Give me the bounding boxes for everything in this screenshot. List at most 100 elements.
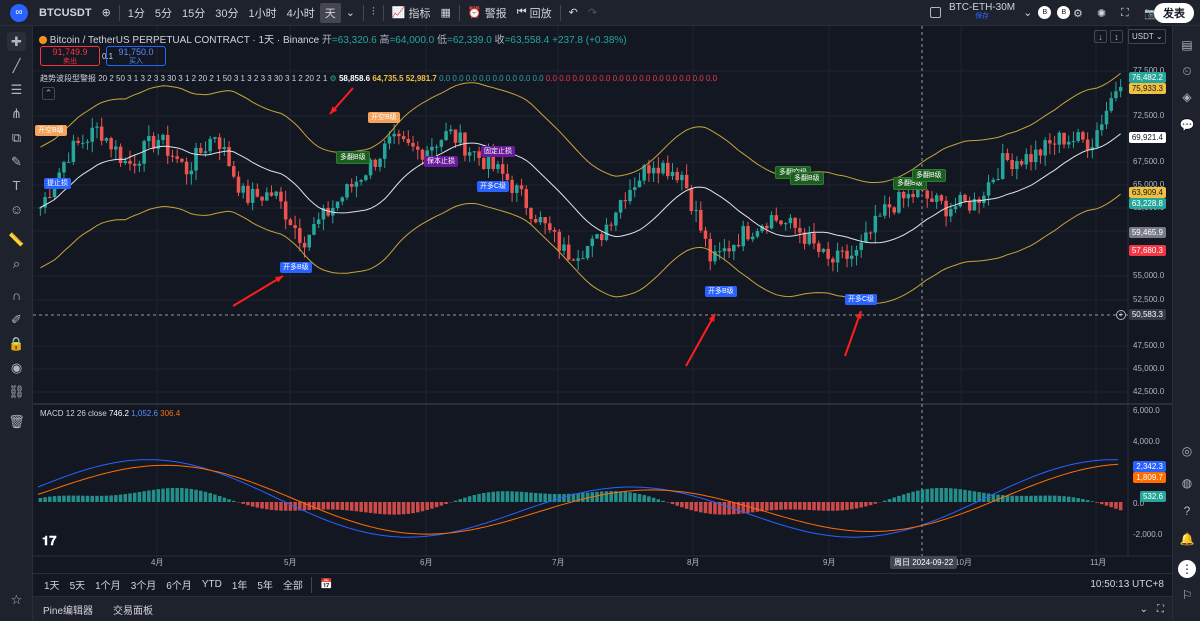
candle-body xyxy=(147,135,151,142)
range-all[interactable]: 全部 xyxy=(278,577,308,592)
interval-1d[interactable]: 天 xyxy=(319,2,341,23)
signal-label-11[interactable]: 多翻B级 xyxy=(790,172,824,185)
candle-body xyxy=(788,217,793,224)
macd-histogram-bar xyxy=(939,487,944,502)
help-icon[interactable]: ? xyxy=(1178,502,1196,520)
signal-label-7[interactable]: 固定止损 xyxy=(481,146,515,157)
buy-button[interactable]: 91,750.0 买入 xyxy=(106,46,166,66)
collapse-panel-icon[interactable]: ⌄ xyxy=(1140,604,1148,615)
text-icon[interactable]: T xyxy=(7,176,26,195)
interval-30m[interactable]: 30分 xyxy=(210,3,243,23)
brush-icon[interactable]: ✎ xyxy=(7,152,26,171)
interval-4h[interactable]: 4小时 xyxy=(282,3,320,23)
zoom-icon[interactable]: ⌕ xyxy=(7,254,26,273)
crosshair-icon[interactable]: ✚ xyxy=(7,32,26,51)
range-6m[interactable]: 6个月 xyxy=(161,577,197,592)
signal-label-2[interactable]: 提止损 xyxy=(44,178,71,189)
range-5y[interactable]: 5年 xyxy=(252,577,278,592)
signal-label-5[interactable]: 开空B级 xyxy=(368,112,400,123)
signal-label-1[interactable]: 开空B级 xyxy=(35,125,67,136)
brand-logo-icon[interactable]: ∞ xyxy=(10,3,28,22)
templates-icon[interactable]: ▦ xyxy=(436,3,456,23)
interval-dropdown-icon[interactable]: ⌄ xyxy=(341,3,360,23)
download-icon[interactable]: ↓ xyxy=(1094,30,1107,43)
symbol-search[interactable]: BTCUSDT xyxy=(34,3,97,23)
collapse-legend-icon[interactable]: ⌃ xyxy=(42,87,55,100)
redo-icon[interactable]: ↷ xyxy=(583,3,602,23)
magnet-icon[interactable]: ∩ xyxy=(7,286,26,305)
add-alert-icon[interactable]: + xyxy=(1116,310,1126,320)
range-5d[interactable]: 5天 xyxy=(65,577,91,592)
range-3m[interactable]: 3个月 xyxy=(126,577,162,592)
chevron-down-icon[interactable]: ⌄ xyxy=(1023,6,1032,19)
signal-label-14[interactable]: 多翻B级 xyxy=(912,169,946,182)
layers-icon[interactable]: ◈ xyxy=(1178,88,1196,106)
lock-drawing-icon[interactable]: ✐ xyxy=(7,310,26,329)
layout-selector[interactable]: BTC-ETH-30M 保存 ⌄ B B xyxy=(930,3,1071,21)
undo-icon[interactable]: ↶ xyxy=(564,3,583,23)
signal-icon[interactable]: ◍ xyxy=(1178,474,1196,492)
macd-histogram-bar xyxy=(382,502,387,515)
emoji-icon[interactable]: ☺ xyxy=(7,200,26,219)
interval-5m[interactable]: 5分 xyxy=(150,3,177,23)
watchlist-icon[interactable]: ▤ xyxy=(1178,36,1196,54)
interval-1m[interactable]: 1分 xyxy=(123,3,150,23)
interval-1h[interactable]: 1小时 xyxy=(244,3,282,23)
expand-panel-icon[interactable]: ⛶ xyxy=(1157,604,1164,615)
signal-label-8[interactable]: 开多C级 xyxy=(477,181,510,192)
goto-date-icon[interactable]: 📅 xyxy=(315,579,337,590)
sell-button[interactable]: 91,749.9 卖出 xyxy=(40,46,100,66)
indicator-settings-icon[interactable]: ⚙ xyxy=(330,74,337,83)
clock[interactable]: 10:50:13 UTC+8 xyxy=(1090,579,1164,590)
bell-icon[interactable]: 🔔 xyxy=(1178,530,1196,548)
range-1d[interactable]: 1天 xyxy=(39,577,65,592)
gear-icon[interactable]: ✺ xyxy=(1092,3,1111,23)
range-1m[interactable]: 1个月 xyxy=(90,577,126,592)
add-symbol-icon[interactable]: ⊕ xyxy=(97,3,116,23)
ideas-icon[interactable]: ◎ xyxy=(1178,442,1196,460)
alerts-clock-icon[interactable]: ⏲ xyxy=(1178,62,1196,80)
signal-label-4[interactable]: 多翻B级 xyxy=(336,151,370,164)
apps-icon[interactable]: ⋮ xyxy=(1178,560,1196,578)
horizontal-lines-icon[interactable]: ☰ xyxy=(7,80,26,99)
signal-label-3[interactable]: 开多B级 xyxy=(280,262,312,273)
settings-icon[interactable]: ⚙ xyxy=(1068,3,1088,23)
signal-label-12[interactable]: 开多C级 xyxy=(845,294,878,305)
tab-pine-editor[interactable]: Pine编辑器 xyxy=(33,602,103,617)
interval-15m[interactable]: 15分 xyxy=(177,3,210,23)
chart-area[interactable]: Bitcoin / TetherUS PERPETUAL CONTRACT · … xyxy=(33,26,1172,573)
b-circle-icon[interactable]: B xyxy=(1038,5,1052,19)
alert-button[interactable]: ⏰ 警报 xyxy=(463,3,512,23)
link-icon[interactable]: ⛓ xyxy=(7,382,26,401)
currency-selector[interactable]: USDT ⌄ xyxy=(1128,29,1166,44)
macd-histogram-bar xyxy=(774,502,779,510)
chart-canvas[interactable] xyxy=(33,26,1172,573)
macd-histogram-bar xyxy=(835,502,840,511)
trash-icon[interactable]: 🗑 xyxy=(7,412,26,431)
signal-label-9[interactable]: 开多B级 xyxy=(705,286,737,297)
ruler-icon[interactable]: 📏 xyxy=(7,230,26,249)
notification-icon[interactable]: ⚐ xyxy=(1178,586,1196,604)
candle-type-icon[interactable]: ⫶ xyxy=(367,3,380,23)
publish-button[interactable]: 发表 xyxy=(1154,3,1194,23)
chat-icon[interactable]: 💬 xyxy=(1178,116,1196,134)
macd-histogram-bar xyxy=(713,502,717,515)
trendline-icon[interactable]: ╱ xyxy=(7,56,26,75)
signal-label-6[interactable]: 保本止损 xyxy=(424,156,458,167)
indicators-button[interactable]: 📈 指标 xyxy=(387,3,436,23)
eye-icon[interactable]: ◉ xyxy=(7,358,26,377)
range-1y[interactable]: 1年 xyxy=(227,577,253,592)
maximize-icon[interactable]: ↕ xyxy=(1110,30,1123,43)
macd-histogram-bar xyxy=(1000,495,1005,502)
price-tag: 1,809.7 xyxy=(1133,472,1166,483)
tab-trading-panel[interactable]: 交易面板 xyxy=(103,602,163,617)
lock-icon[interactable]: 🔒 xyxy=(7,334,26,353)
range-ytd[interactable]: YTD xyxy=(197,579,227,590)
fullscreen-icon[interactable]: ⛶ xyxy=(1116,3,1134,23)
candle-body xyxy=(222,147,227,150)
pitchfork-icon[interactable]: ⋔ xyxy=(7,104,26,123)
star-icon[interactable]: ☆ xyxy=(7,590,26,609)
macd-histogram-bar xyxy=(618,491,623,502)
replay-button[interactable]: ⏮ 回放 xyxy=(512,3,557,23)
fib-icon[interactable]: ⧉ xyxy=(7,128,26,147)
